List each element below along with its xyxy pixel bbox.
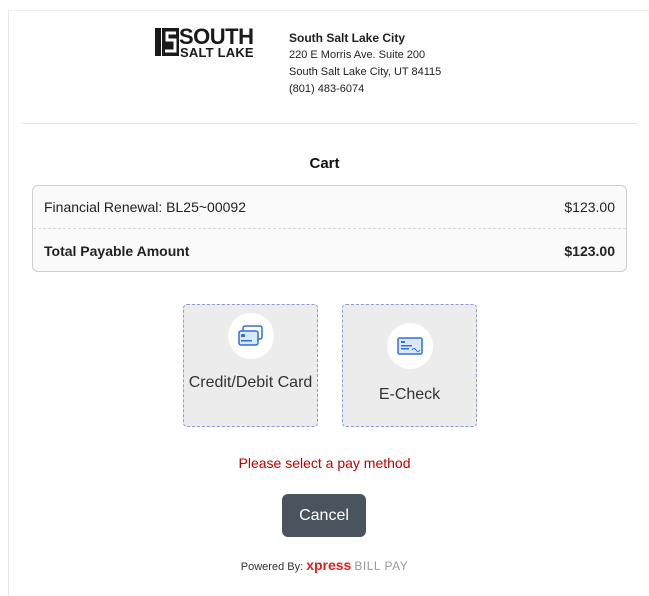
credit-debit-card-label: Credit/Debit Card	[188, 374, 313, 391]
phone-number: (801) 483-6074	[289, 83, 365, 95]
logo-text-salt-lake: SALT LAKE	[180, 45, 254, 60]
city-logo-mark	[155, 28, 179, 56]
powered-by-prefix: Powered By:	[240, 561, 304, 573]
page-top-edge	[8, 10, 649, 11]
cart-table: Financial Renewal: BL25~00092 $123.00 To…	[32, 185, 627, 272]
xpress-brand: xpress	[306, 557, 352, 573]
line-item-label: Financial Renewal: BL25~00092	[44, 199, 246, 215]
header: SOUTH SALT LAKE South Salt Lake City 220…	[0, 22, 649, 112]
total-amount: $123.00	[564, 242, 615, 259]
pay-method-error-message: Please select a pay method	[238, 455, 411, 471]
cart-line-item: Financial Renewal: BL25~00092 $123.00	[33, 186, 626, 229]
city-name: South Salt Lake City	[289, 31, 406, 45]
credit-debit-card-button[interactable]: Credit/Debit Card	[183, 304, 318, 427]
bill-pay-text: BILL PAY	[354, 559, 409, 573]
e-check-button[interactable]: E-Check	[342, 304, 477, 427]
city-logo: SOUTH SALT LAKE	[155, 26, 265, 66]
address-block: South Salt Lake City 220 E Morris Ave. S…	[289, 30, 441, 98]
e-check-label: E-Check	[378, 386, 441, 403]
city-state-zip: South Salt Lake City, UT 84115	[289, 66, 442, 78]
powered-by-footer: Powered By: xpress BILL PAY	[0, 557, 649, 573]
cart-total-row: Total Payable Amount $123.00	[33, 229, 626, 272]
header-divider	[22, 123, 638, 124]
cancel-button[interactable]: Cancel	[282, 494, 366, 537]
credit-card-icon	[227, 313, 274, 359]
cart-title: Cart	[309, 155, 340, 172]
street-address: 220 E Morris Ave. Suite 200	[289, 49, 426, 61]
line-item-amount: $123.00	[564, 199, 615, 215]
check-icon	[386, 323, 433, 369]
total-label: Total Payable Amount	[44, 242, 190, 259]
